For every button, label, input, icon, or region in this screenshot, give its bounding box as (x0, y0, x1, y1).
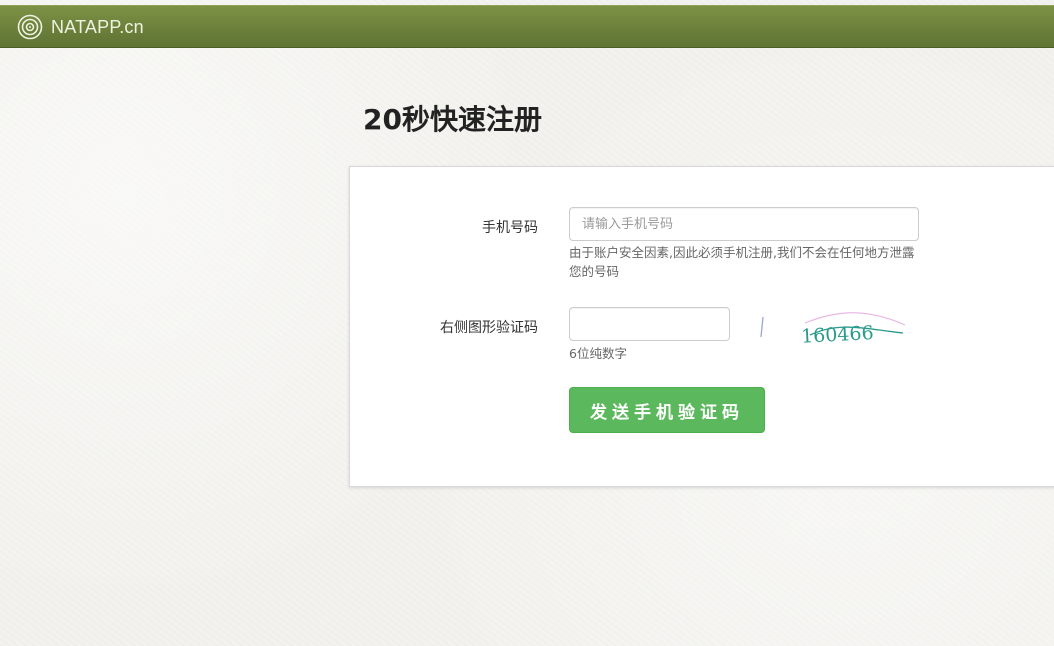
page-title: 20秒快速注册 (363, 103, 542, 136)
spiral-logo-icon (17, 14, 43, 40)
captcha-text: 160466 (801, 322, 875, 348)
brand-name[interactable]: NATAPP.cn (51, 17, 144, 38)
send-sms-code-button[interactable]: 发送手机验证码 (569, 387, 765, 433)
phone-help-text: 由于账户安全因素,因此必须手机注册,我们不会在任何地方泄露您的号码 (569, 245, 915, 279)
home-logo-link[interactable]: NATAPP.cn (17, 14, 144, 40)
top-navbar: NATAPP.cn (0, 5, 1054, 48)
phone-label: 手机号码 (482, 220, 538, 236)
phone-input[interactable] (569, 207, 919, 241)
captcha-label: 右侧图形验证码 (440, 320, 538, 336)
captcha-image[interactable]: 160466 (755, 303, 905, 351)
registration-card: 手机号码 由于账户安全因素,因此必须手机注册,我们不会在任何地方泄露您的号码 右… (349, 166, 1054, 487)
captcha-help-text: 6位纯数字 (569, 346, 627, 361)
captcha-input[interactable] (569, 307, 730, 341)
